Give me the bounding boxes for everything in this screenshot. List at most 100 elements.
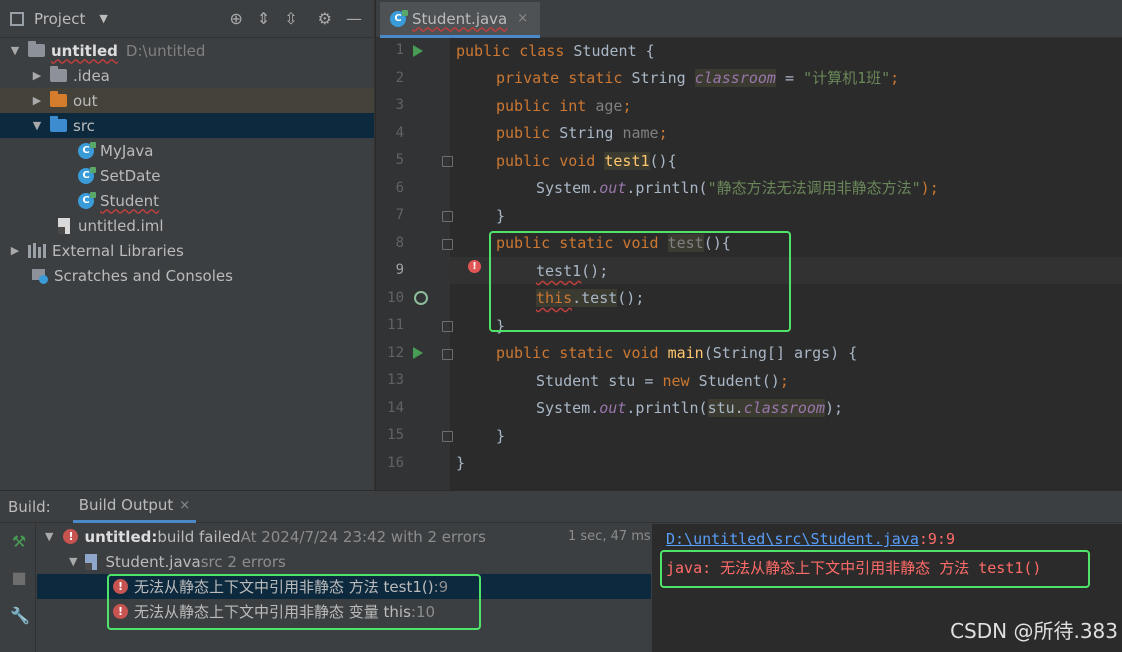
- chevron-right-icon[interactable]: ▶: [8, 244, 22, 257]
- project-title[interactable]: Project: [34, 10, 85, 28]
- line-number: 9: [395, 262, 404, 278]
- iml-file-icon: [58, 217, 70, 234]
- hammer-icon[interactable]: ⚒: [10, 532, 28, 551]
- build-panel-header: Build: Build Output ×: [0, 491, 1122, 523]
- recursive-call-icon: [414, 291, 428, 305]
- stop-icon[interactable]: ■: [10, 568, 28, 587]
- source-folder-icon: [50, 116, 67, 132]
- scratches-icon: [32, 268, 48, 284]
- gear-icon[interactable]: ⚙: [318, 9, 332, 28]
- fold-icon[interactable]: [442, 321, 453, 332]
- wrench-icon[interactable]: 🔧: [10, 606, 30, 625]
- console-file-link[interactable]: D:\untitled\src\Student.java: [666, 530, 919, 548]
- java-class-icon: C: [78, 141, 96, 159]
- java-file-icon: [85, 553, 98, 570]
- folder-icon: [28, 41, 45, 57]
- collapse-all-icon[interactable]: ⇳: [284, 9, 297, 28]
- build-project-name: untitled:: [84, 527, 158, 546]
- close-icon[interactable]: ×: [517, 11, 528, 26]
- line-number: 3: [395, 97, 404, 113]
- tree-item-external-libraries[interactable]: ▶ External Libraries: [0, 238, 374, 263]
- line-number: 7: [395, 207, 404, 223]
- tree-item-src[interactable]: ▼ src: [0, 113, 374, 138]
- fold-icon[interactable]: [442, 349, 453, 360]
- tree-item-class[interactable]: C MyJava: [0, 138, 374, 163]
- error-bulb-icon[interactable]: !: [468, 260, 481, 273]
- line-number: 13: [387, 372, 404, 388]
- fold-icon[interactable]: [442, 239, 453, 250]
- tab-build-output[interactable]: Build Output ×: [72, 491, 197, 523]
- build-label: Build:: [8, 497, 51, 516]
- build-file-detail: src 2 errors: [200, 552, 286, 571]
- tree-item-out[interactable]: ▶ out: [0, 88, 374, 113]
- chevron-down-icon[interactable]: ▼: [99, 12, 107, 25]
- folder-icon: [50, 66, 67, 82]
- build-tree: ▼ ! untitled: build failed At 2024/7/24 …: [37, 524, 651, 652]
- chevron-down-icon[interactable]: ▼: [45, 530, 53, 543]
- tree-item-class[interactable]: C SetDate: [0, 163, 374, 188]
- tree-item-label: Student: [100, 191, 160, 210]
- project-panel-header: Project ▼ ⊕ ⇕ ⇳ ⚙ —: [0, 0, 374, 38]
- tree-item-label: src: [73, 116, 95, 135]
- chevron-right-icon[interactable]: ▶: [30, 69, 44, 82]
- line-number: 4: [395, 125, 404, 141]
- line-number: 15: [387, 427, 404, 443]
- line-number: 16: [387, 455, 404, 471]
- build-file-row[interactable]: ▼ Student.java src 2 errors: [69, 549, 286, 574]
- run-icon[interactable]: [413, 347, 423, 359]
- project-view-icon: [10, 11, 24, 26]
- fold-icon[interactable]: [442, 211, 453, 222]
- locate-icon[interactable]: ⊕: [229, 9, 242, 28]
- line-number: 5: [395, 152, 404, 168]
- tab-label: Build Output: [78, 496, 174, 514]
- fold-icon[interactable]: [442, 431, 453, 442]
- tab-student-java[interactable]: C Student.java ×: [380, 2, 541, 38]
- tree-item-class[interactable]: C Student: [0, 188, 374, 213]
- tree-item-scratches[interactable]: Scratches and Consoles: [0, 263, 374, 288]
- tree-item-iml[interactable]: untitled.iml: [0, 213, 374, 238]
- library-icon: [28, 243, 46, 258]
- build-panel: Build: Build Output × ⚒ ■ 🔧 ▼ ! untitled…: [0, 490, 1122, 652]
- fold-icon[interactable]: [442, 156, 453, 167]
- chevron-down-icon[interactable]: ▼: [8, 44, 22, 57]
- code-line-16: }: [456, 454, 466, 472]
- watermark: CSDN @所待.383: [950, 619, 1118, 643]
- build-toolbar: ⚒ ■ 🔧: [0, 524, 36, 652]
- chevron-down-icon[interactable]: ▼: [30, 119, 44, 132]
- java-class-icon: C: [78, 166, 96, 184]
- java-class-icon: C: [78, 191, 96, 209]
- project-panel: Project ▼ ⊕ ⇕ ⇳ ⚙ — ▼ untitled D:\untitl…: [0, 0, 375, 490]
- code-line-13: Student stu = new Student();: [536, 372, 789, 390]
- editor-tab-bar: C Student.java ×: [376, 0, 1122, 38]
- line-number: 2: [395, 70, 404, 86]
- build-summary-row[interactable]: ▼ ! untitled: build failed At 2024/7/24 …: [45, 524, 486, 549]
- code-line-5: public void test1(){: [496, 152, 677, 170]
- tree-item-label: External Libraries: [52, 241, 184, 260]
- code-line-7: }: [496, 207, 506, 225]
- minimize-icon[interactable]: —: [346, 9, 362, 28]
- tree-item-root[interactable]: ▼ untitled D:\untitled: [0, 38, 374, 63]
- highlight-box-console-error: [660, 550, 1090, 588]
- error-icon: !: [63, 529, 79, 544]
- tree-item-label: MyJava: [100, 141, 154, 160]
- code-line-14: System.out.println(stu.classroom);: [536, 399, 844, 417]
- chevron-down-icon[interactable]: ▼: [69, 555, 77, 568]
- highlight-box-errors: [107, 574, 481, 630]
- build-duration: 1 sec, 47 ms: [568, 529, 651, 544]
- tree-item-idea[interactable]: ▶ .idea: [0, 63, 374, 88]
- chevron-right-icon[interactable]: ▶: [30, 94, 44, 107]
- console-path-line: D:\untitled\src\Student.java:9:9: [666, 530, 955, 548]
- close-icon[interactable]: ×: [179, 498, 190, 513]
- line-number: 12: [387, 345, 404, 361]
- code-line-4: public String name;: [496, 124, 668, 142]
- highlight-box-test-method: [489, 231, 791, 332]
- line-number: 14: [387, 400, 404, 416]
- console-location: :9:9: [918, 530, 955, 548]
- tab-label: Student.java: [412, 9, 508, 28]
- code-line-2: private static String classroom = "计算机1班…: [496, 69, 900, 87]
- root-name: untitled: [51, 41, 118, 60]
- line-number: 1: [395, 42, 404, 58]
- run-icon[interactable]: [413, 45, 423, 57]
- code-editor[interactable]: 1 2 3 4 5 6 7 8 9 10 11 12 13 14 15 16 !…: [376, 38, 1122, 490]
- expand-all-icon[interactable]: ⇕: [257, 9, 270, 28]
